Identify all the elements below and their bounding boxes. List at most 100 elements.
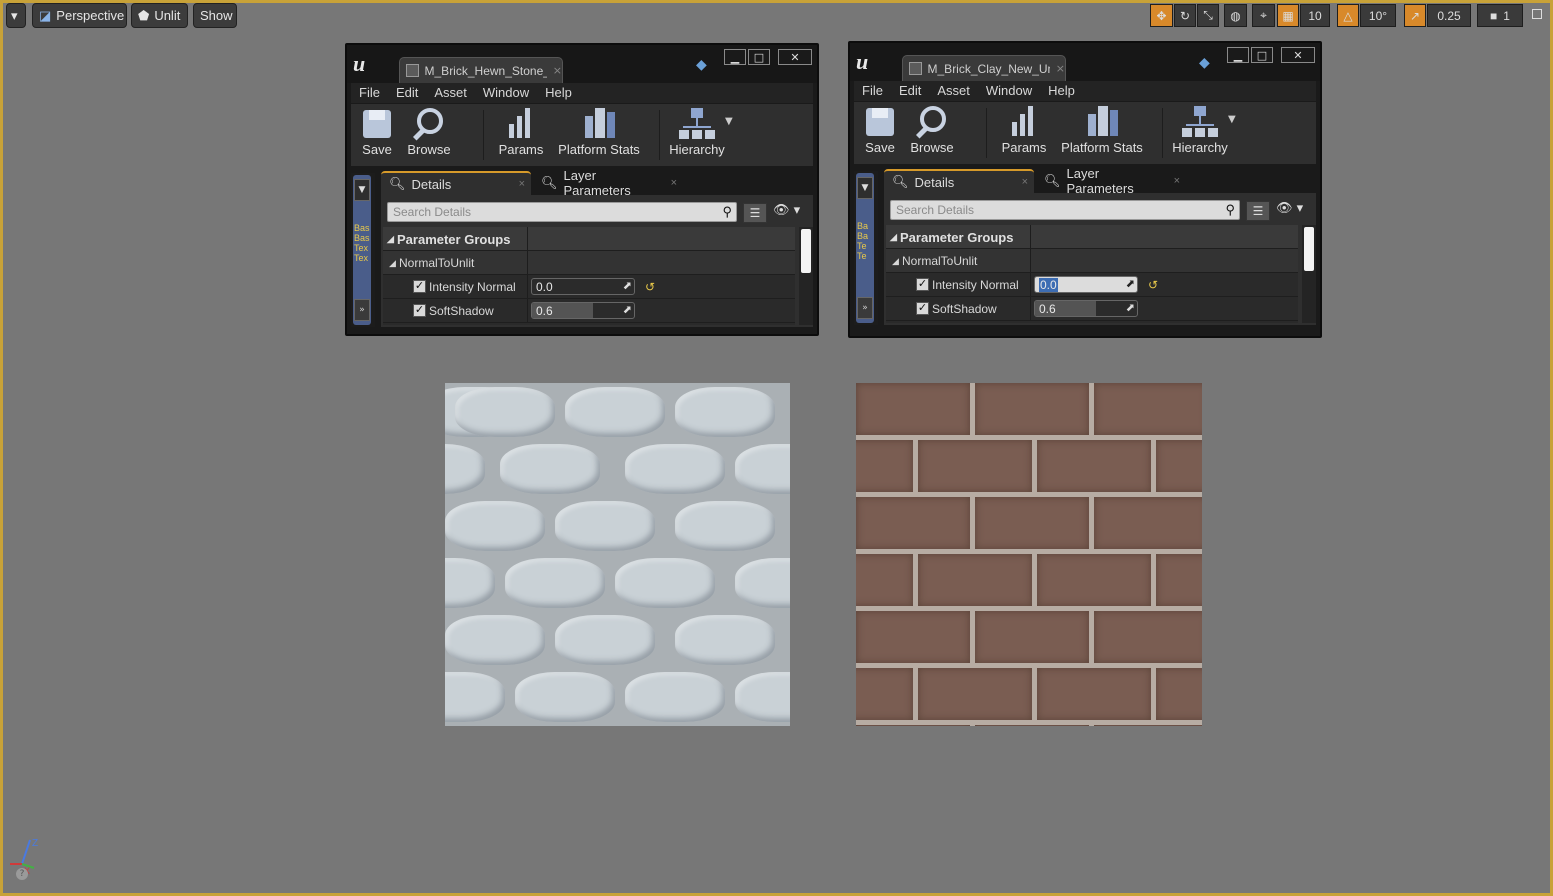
menu-help[interactable]: Help — [537, 83, 580, 103]
close-tab-icon[interactable]: × — [1022, 176, 1028, 188]
override-checkbox[interactable]: ✓ — [413, 280, 426, 293]
palette-dropdown[interactable]: ▼ — [857, 177, 873, 199]
reset-to-default-icon[interactable]: ↺ — [645, 280, 655, 294]
viewport-options-dropdown[interactable]: ▾ — [6, 3, 26, 28]
parameter-groups-row[interactable]: ◢ Parameter Groups — [886, 225, 1298, 249]
column-splitter[interactable] — [527, 299, 528, 322]
reset-to-default-icon[interactable]: ↺ — [1148, 278, 1158, 292]
column-splitter[interactable] — [1030, 297, 1031, 320]
column-splitter[interactable] — [527, 275, 528, 298]
close-tab-icon[interactable]: × — [553, 64, 562, 77]
world-space-button[interactable]: ◍ — [1224, 4, 1247, 27]
grid-snap-button[interactable]: ▦ — [1277, 4, 1299, 27]
help-icon[interactable]: ◆ — [696, 57, 714, 73]
title-bar[interactable]: u M_Brick_Clay_New_Unlit × ◆ ▁ □ ✕ — [850, 43, 1320, 81]
minimize-button[interactable]: ▁ — [1227, 47, 1249, 63]
search-input[interactable]: Search Details ⚲ — [890, 200, 1240, 220]
intensity-normal-input[interactable]: 0.0 ⬈ — [531, 278, 635, 295]
expand-icon[interactable]: ⬈ — [1126, 277, 1135, 290]
scrollbar-thumb[interactable] — [1304, 227, 1314, 271]
close-tab-icon[interactable]: × — [671, 177, 677, 189]
menu-asset[interactable]: Asset — [426, 83, 475, 103]
column-splitter[interactable] — [527, 227, 528, 250]
override-checkbox[interactable]: ✓ — [916, 302, 929, 315]
list-view-button[interactable]: ☰ — [743, 203, 767, 223]
tab-details[interactable]: 🔍︎ Details × — [381, 171, 531, 195]
browse-button[interactable]: Browse — [405, 106, 453, 157]
rotation-snap-dropdown[interactable]: 10° — [1360, 4, 1396, 27]
hierarchy-dropdown-icon[interactable]: ▼ — [1228, 114, 1236, 125]
grid-size-dropdown[interactable]: 10 — [1300, 4, 1330, 27]
expand-arrow-button[interactable]: » — [857, 297, 873, 319]
intensity-normal-input[interactable]: 0.0 ⬈ — [1034, 276, 1138, 293]
camera-speed-button[interactable]: ■ 1 — [1477, 4, 1523, 27]
column-splitter[interactable] — [1030, 273, 1031, 296]
maximize-button[interactable]: □ — [748, 49, 770, 65]
menu-edit[interactable]: Edit — [891, 81, 929, 101]
scale-snap-dropdown[interactable]: 0.25 — [1427, 4, 1471, 27]
menu-asset[interactable]: Asset — [929, 81, 978, 101]
menu-file[interactable]: File — [351, 83, 388, 103]
group-row[interactable]: ◢ NormalToUnlit — [886, 249, 1298, 273]
translate-tool-button[interactable]: ✥ — [1150, 4, 1173, 27]
override-checkbox[interactable]: ✓ — [916, 278, 929, 291]
column-splitter[interactable] — [1030, 225, 1031, 248]
show-button[interactable]: Show — [193, 3, 237, 28]
maximize-viewport-icon[interactable] — [1532, 9, 1542, 19]
expand-icon[interactable]: ⬈ — [623, 303, 632, 316]
scrollbar-thumb[interactable] — [801, 229, 811, 273]
menu-window[interactable]: Window — [978, 81, 1040, 101]
expand-icon[interactable]: ⬈ — [623, 279, 632, 292]
save-button[interactable]: Save — [860, 104, 900, 155]
palette-dropdown[interactable]: ▼ — [354, 179, 370, 201]
scale-tool-button[interactable]: ⤡ — [1197, 4, 1219, 27]
asset-tab[interactable]: M_Brick_Hewn_Stone_Un × — [399, 57, 563, 83]
help-icon[interactable]: ◆ — [1199, 55, 1217, 71]
tab-details[interactable]: 🔍︎ Details × — [884, 169, 1034, 193]
save-button[interactable]: Save — [357, 106, 397, 157]
hierarchy-button[interactable]: Hierarchy — [669, 106, 725, 157]
hierarchy-dropdown-icon[interactable]: ▼ — [725, 116, 733, 127]
perspective-button[interactable]: ◪ Perspective — [32, 3, 127, 28]
close-tab-icon[interactable]: × — [1174, 175, 1180, 187]
scale-snap-button[interactable]: ↗ — [1404, 4, 1426, 27]
menu-window[interactable]: Window — [475, 83, 537, 103]
menu-edit[interactable]: Edit — [388, 83, 426, 103]
column-splitter[interactable] — [527, 251, 528, 274]
tab-layer-parameters[interactable]: 🔍︎ Layer Parameters × — [533, 168, 683, 198]
menu-help[interactable]: Help — [1040, 81, 1083, 101]
platform-stats-button[interactable]: Platform Stats — [557, 106, 641, 157]
title-bar[interactable]: u M_Brick_Hewn_Stone_Un × ◆ ▁ □ ✕ — [347, 45, 817, 83]
tab-layer-parameters[interactable]: 🔍︎ Layer Parameters × — [1036, 166, 1186, 196]
params-button[interactable]: Params — [999, 104, 1049, 155]
surface-snap-button[interactable]: ⌖ — [1252, 4, 1275, 27]
browse-button[interactable]: Browse — [908, 104, 956, 155]
hewn-stone-texture-preview[interactable] — [445, 383, 790, 726]
column-splitter[interactable] — [1030, 249, 1031, 272]
group-row[interactable]: ◢ NormalToUnlit — [383, 251, 795, 275]
close-tab-icon[interactable]: × — [519, 178, 525, 190]
softshadow-input[interactable]: 0.6 ⬈ — [531, 302, 635, 319]
search-input[interactable]: Search Details ⚲ — [387, 202, 737, 222]
visibility-filter-button[interactable]: 👁︎ ▾ — [1276, 201, 1310, 221]
close-tab-icon[interactable]: × — [1056, 62, 1065, 75]
platform-stats-button[interactable]: Platform Stats — [1060, 104, 1144, 155]
view-mode-button[interactable]: ⬟ Unlit — [131, 3, 188, 28]
clay-brick-texture-preview[interactable] — [856, 383, 1202, 726]
expand-icon[interactable]: ⬈ — [1126, 301, 1135, 314]
softshadow-input[interactable]: 0.6 ⬈ — [1034, 300, 1138, 317]
parameter-groups-row[interactable]: ◢ Parameter Groups — [383, 227, 795, 251]
visibility-filter-button[interactable]: 👁︎ ▾ — [773, 203, 807, 223]
minimize-button[interactable]: ▁ — [724, 49, 746, 65]
close-window-button[interactable]: ✕ — [1281, 47, 1315, 63]
hierarchy-button[interactable]: Hierarchy — [1172, 104, 1228, 155]
rotation-snap-button[interactable]: △ — [1337, 4, 1359, 27]
close-window-button[interactable]: ✕ — [778, 49, 812, 65]
list-view-button[interactable]: ☰ — [1246, 201, 1270, 221]
override-checkbox[interactable]: ✓ — [413, 304, 426, 317]
asset-tab[interactable]: M_Brick_Clay_New_Unlit × — [902, 55, 1066, 81]
rotate-tool-button[interactable]: ↻ — [1174, 4, 1196, 27]
menu-file[interactable]: File — [854, 81, 891, 101]
expand-arrow-button[interactable]: » — [354, 299, 370, 321]
help-circle-icon[interactable]: ? — [16, 868, 28, 880]
